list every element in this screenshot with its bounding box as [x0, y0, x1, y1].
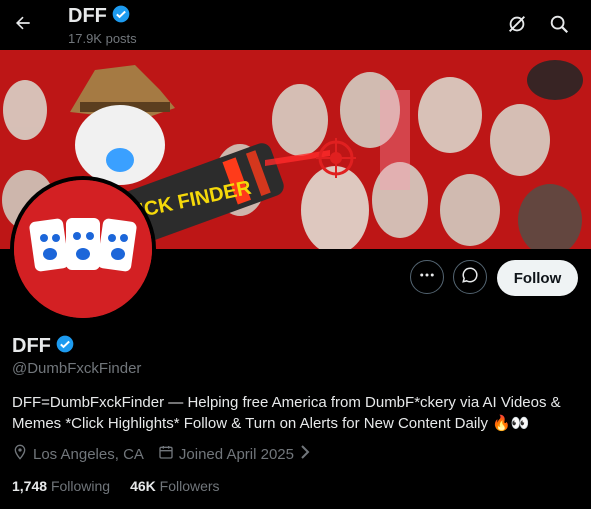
top-bar: DFF 17.9K posts — [0, 0, 591, 50]
followers-label: Followers — [159, 478, 220, 494]
header-title: DFF — [68, 5, 107, 27]
profile-handle: @DumbFxckFinder — [12, 360, 142, 377]
search-icon[interactable] — [545, 10, 573, 38]
message-button[interactable] — [453, 260, 487, 294]
follow-button[interactable]: Follow — [497, 260, 578, 296]
chevron-right-icon — [299, 445, 311, 463]
avatar[interactable] — [10, 176, 156, 322]
profile-stats: 1,748 Following 46K Followers — [12, 478, 240, 494]
followers-count: 46K — [130, 478, 156, 494]
verified-badge-icon — [111, 4, 131, 29]
avatar-image — [14, 180, 152, 318]
joined-text: Joined April 2025 — [178, 445, 294, 463]
more-icon — [418, 266, 436, 289]
no-notification-icon[interactable] — [503, 10, 531, 38]
following-count: 1,748 — [12, 478, 48, 494]
following-link[interactable]: 1,748 Following — [12, 478, 110, 494]
location-icon — [12, 444, 28, 464]
header-title-block: DFF 17.9K posts — [68, 4, 137, 46]
calendar-icon — [158, 444, 174, 464]
location-text: Los Angeles, CA — [33, 445, 144, 463]
more-button[interactable] — [410, 260, 444, 294]
location-item: Los Angeles, CA — [12, 444, 144, 464]
post-count: 17.9K posts — [68, 31, 137, 46]
profile-name: DFF — [12, 335, 51, 357]
verified-badge-icon[interactable] — [55, 334, 75, 359]
profile-bio: DFF=DumbFxckFinder — Helping free Americ… — [12, 394, 561, 432]
profile-meta: Los Angeles, CA Joined April 2025 — [12, 444, 325, 464]
followers-link[interactable]: 46K Followers — [130, 478, 219, 494]
following-label: Following — [50, 478, 111, 494]
back-arrow-icon[interactable] — [8, 8, 38, 38]
profile-name-row: DFF — [12, 334, 75, 359]
joined-item[interactable]: Joined April 2025 — [158, 444, 311, 464]
message-icon — [461, 266, 479, 289]
